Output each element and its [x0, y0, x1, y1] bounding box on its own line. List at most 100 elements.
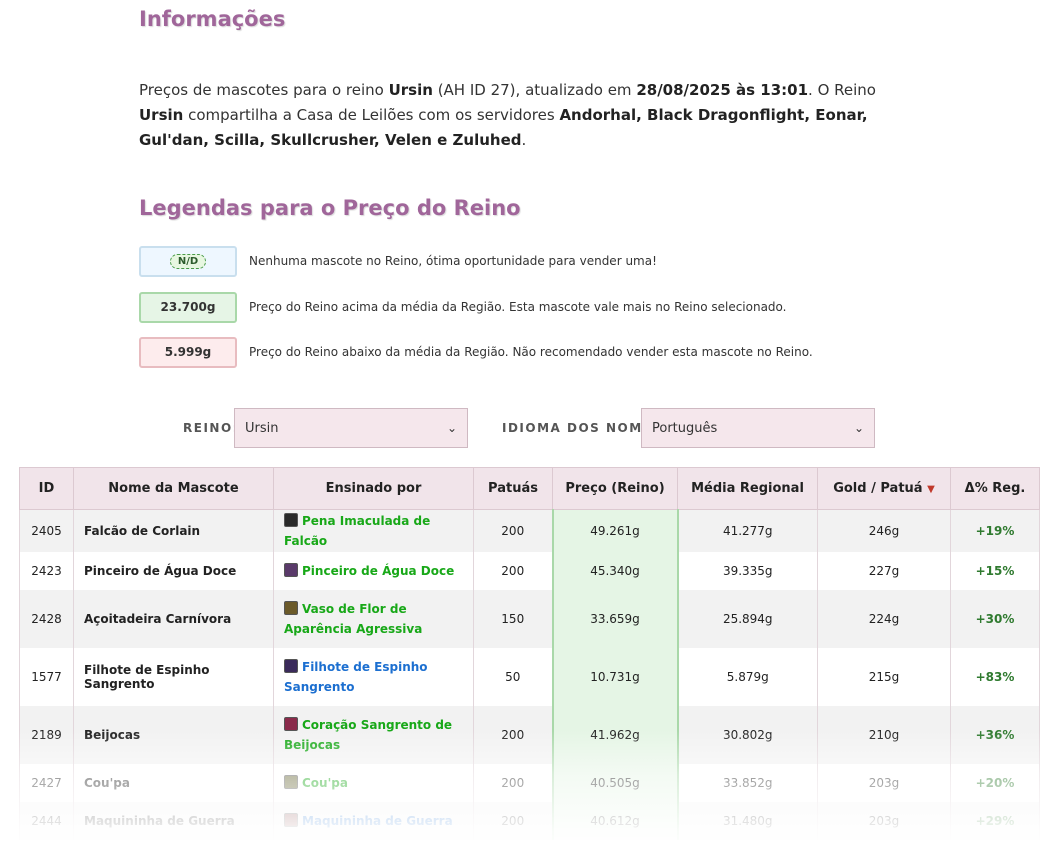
cell-regional-avg: 33.852g — [677, 764, 818, 802]
realm-select[interactable]: Ursin ⌄ — [234, 408, 468, 448]
table-row: 2189 Beijocas Coração Sangrento de Beijo… — [19, 706, 1040, 764]
cell-regional-avg: 41.277g — [677, 509, 818, 552]
cell-name: Pinceiro de Água Doce — [73, 552, 274, 590]
col-realm-price[interactable]: Preço (Reino) — [552, 467, 678, 510]
table-row: 2427 Cou'pa Cou'pa 200 40.505g 33.852g 2… — [19, 764, 1040, 802]
pet-icon — [284, 659, 298, 673]
realm-name-2: Ursin — [139, 106, 184, 124]
item-link[interactable]: Vaso de Flor de Aparência Agressiva — [284, 602, 422, 636]
cell-id: 2189 — [19, 706, 74, 764]
updated-timestamp: 28/08/2025 às 13:01 — [636, 81, 809, 99]
legend-text-na: Nenhuma mascote no Reino, ótima oportuni… — [249, 254, 657, 268]
cell-realm-price: 40.505g — [551, 764, 679, 802]
table-row: 2405 Falcão de Corlain Pena Imaculada de… — [19, 509, 1040, 552]
pet-icon — [284, 813, 298, 827]
filters-bar: REINO: Ursin ⌄ IDIOMA DOS NOMES: Portugu… — [0, 408, 1055, 448]
cell-name: Falcão de Corlain — [73, 509, 274, 552]
table-row: 2428 Açoitadeira Carnívora Vaso de Flor … — [19, 590, 1040, 648]
col-regional-avg[interactable]: Média Regional — [677, 467, 818, 510]
cell-name: Filhote de Espinho Sangrento — [73, 648, 274, 706]
cell-regional-avg: 25.894g — [677, 590, 818, 648]
cell-regional-avg: 5.879g — [677, 648, 818, 706]
cell-taught-by: Maquininha de Guerra — [273, 802, 474, 840]
cell-taught-by: Filhote de Espinho Sangrento — [273, 648, 474, 706]
col-patuas[interactable]: Patuás — [473, 467, 553, 510]
cell-patuas: 50 — [473, 648, 553, 706]
legend-box-na: N/D — [139, 245, 237, 277]
cell-id: 2444 — [19, 802, 74, 840]
cell-id: 2405 — [19, 509, 74, 552]
info-heading: Informações — [139, 7, 286, 31]
cell-delta: +36% — [950, 706, 1040, 764]
cell-gold-per-patua: 203g — [817, 764, 951, 802]
cell-realm-price: 49.261g — [551, 509, 679, 552]
cell-id: 2427 — [19, 764, 74, 802]
cell-regional-avg: 30.802g — [677, 706, 818, 764]
col-delta-regional[interactable]: Δ% Reg. — [950, 467, 1040, 510]
cell-delta: +83% — [950, 648, 1040, 706]
cell-id: 2423 — [19, 552, 74, 590]
language-select[interactable]: Português ⌄ — [641, 408, 875, 448]
cell-realm-price: 33.659g — [551, 590, 679, 648]
legend-box-above: 23.700g — [139, 291, 237, 323]
realm-label: REINO: — [183, 421, 239, 435]
legend-text-above: Preço do Reino acima da média da Região.… — [249, 300, 787, 314]
realm-name: Ursin — [388, 81, 433, 99]
cell-name: Maquininha de Guerra — [73, 802, 274, 840]
col-taught-by[interactable]: Ensinado por — [273, 467, 474, 510]
cell-regional-avg: 39.335g — [677, 552, 818, 590]
cell-realm-price: 40.612g — [551, 802, 679, 840]
chevron-down-icon: ⌄ — [446, 421, 457, 435]
cell-patuas: 200 — [473, 552, 553, 590]
language-select-value: Português — [652, 420, 718, 436]
cell-name: Açoitadeira Carnívora — [73, 590, 274, 648]
cell-gold-per-patua: 215g — [817, 648, 951, 706]
realm-select-value: Ursin — [245, 420, 279, 436]
pet-icon — [284, 563, 298, 577]
item-link[interactable]: Pinceiro de Água Doce — [302, 564, 454, 578]
legend-row-na: N/D Nenhuma mascote no Reino, ótima opor… — [139, 245, 657, 277]
cell-regional-avg: 31.480g — [677, 802, 818, 840]
cell-taught-by: Pinceiro de Água Doce — [273, 552, 474, 590]
col-name[interactable]: Nome da Mascote — [73, 467, 274, 510]
legend-box-below: 5.999g — [139, 336, 237, 368]
table-header-row: ID Nome da Mascote Ensinado por Patuás P… — [19, 467, 1040, 510]
cell-id: 2428 — [19, 590, 74, 648]
cell-gold-per-patua: 227g — [817, 552, 951, 590]
cell-patuas: 150 — [473, 590, 553, 648]
legend-heading: Legendas para o Preço do Reino — [139, 196, 521, 220]
item-link[interactable]: Pena Imaculada de Falcão — [284, 514, 430, 548]
cell-taught-by: Pena Imaculada de Falcão — [273, 509, 474, 552]
cell-delta: +30% — [950, 590, 1040, 648]
pet-icon — [284, 775, 298, 789]
heart-icon — [284, 717, 298, 731]
cell-delta: +15% — [950, 552, 1040, 590]
cell-name: Beijocas — [73, 706, 274, 764]
table-row: 2444 Maquininha de Guerra Maquininha de … — [19, 802, 1040, 840]
cell-patuas: 200 — [473, 802, 553, 840]
cell-realm-price: 45.340g — [551, 552, 679, 590]
item-link[interactable]: Filhote de Espinho Sangrento — [284, 660, 428, 694]
cell-realm-price: 10.731g — [551, 648, 679, 706]
cell-delta: +19% — [950, 509, 1040, 552]
table-row: 2423 Pinceiro de Água Doce Pinceiro de Á… — [19, 552, 1040, 590]
cell-patuas: 200 — [473, 509, 553, 552]
cell-gold-per-patua: 203g — [817, 802, 951, 840]
legend-row-above: 23.700g Preço do Reino acima da média da… — [139, 291, 787, 323]
cell-taught-by: Cou'pa — [273, 764, 474, 802]
item-link[interactable]: Maquininha de Guerra — [302, 814, 453, 828]
legend-row-below: 5.999g Preço do Reino abaixo da média da… — [139, 336, 813, 368]
sort-desc-icon: ▼ — [927, 484, 935, 495]
col-id[interactable]: ID — [19, 467, 74, 510]
na-badge: N/D — [169, 253, 207, 269]
feather-icon — [284, 513, 298, 527]
col-gold-per-patua[interactable]: Gold / Patuá ▼ — [817, 467, 951, 510]
cell-taught-by: Vaso de Flor de Aparência Agressiva — [273, 590, 474, 648]
cell-patuas: 200 — [473, 706, 553, 764]
cell-name: Cou'pa — [73, 764, 274, 802]
cell-patuas: 200 — [473, 764, 553, 802]
cell-taught-by: Coração Sangrento de Beijocas — [273, 706, 474, 764]
item-link[interactable]: Cou'pa — [302, 776, 348, 790]
item-link[interactable]: Coração Sangrento de Beijocas — [284, 718, 452, 752]
cell-delta: +29% — [950, 802, 1040, 840]
